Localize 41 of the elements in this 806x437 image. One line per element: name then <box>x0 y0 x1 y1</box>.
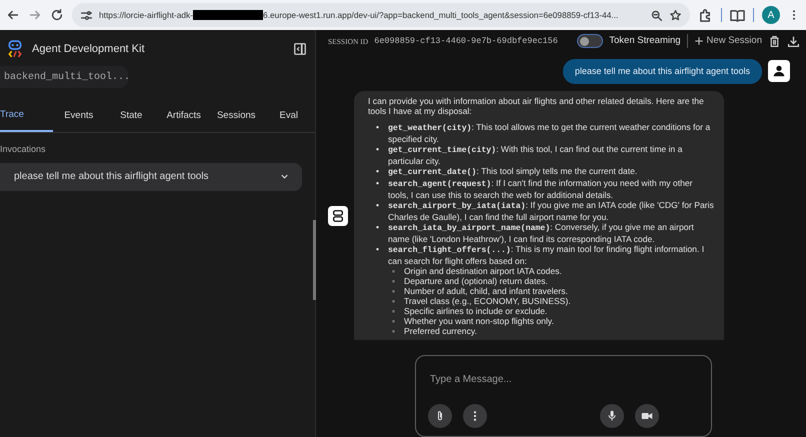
toggle-label: Token Streaming <box>609 34 681 48</box>
sidebar-toggle-icon[interactable] <box>293 42 307 56</box>
tab[interactable]: Eval <box>262 102 315 132</box>
new-session-button[interactable]: New Session <box>694 34 762 48</box>
tab[interactable]: Trace <box>0 102 52 132</box>
tab[interactable]: State <box>105 102 158 132</box>
address-bar[interactable]: https://lorcie-airflight-adk- 6.europe-west1.run.app/dev-ui/?app=backend_multi_tools_agent&session=6e098859-cf13-44... <box>72 3 690 27</box>
scrollbar[interactable] <box>313 220 316 300</box>
attach-button[interactable] <box>428 404 452 428</box>
microphone-icon <box>606 410 618 422</box>
zoom-icon[interactable] <box>650 8 663 22</box>
back-arrow-icon[interactable] <box>6 8 20 22</box>
puzzle-icon[interactable] <box>698 8 713 22</box>
message-input[interactable]: Type a Message... <box>428 371 699 388</box>
toggle-switch[interactable] <box>577 34 604 48</box>
reload-icon[interactable] <box>50 8 64 22</box>
app-title: Agent Development Kit <box>32 42 146 57</box>
video-camera-icon <box>641 410 653 422</box>
tab[interactable]: Events <box>52 102 105 132</box>
download-icon[interactable] <box>787 34 800 48</box>
person-icon <box>772 64 786 78</box>
video-button[interactable] <box>635 404 659 428</box>
url-text: https://lorcie-airflight-adk- 6.europe-west1.run.app/dev-ui/?app=backend_multi_tools_agent&session=6e098859-cf13-44... <box>99 8 618 22</box>
microphone-button[interactable] <box>600 404 624 428</box>
robot-logo-icon <box>6 40 24 58</box>
book-icon[interactable] <box>730 8 745 22</box>
session-id: 6e098859-cf13-4460-9e7b-69dbfe9ec156 <box>374 34 558 48</box>
site-settings-icon[interactable] <box>80 8 93 22</box>
tab[interactable]: Sessions <box>210 102 262 132</box>
plus-icon <box>694 36 704 46</box>
app-select[interactable]: backend_multi_tool... <box>0 66 128 88</box>
bot-message: I can provide you with information about air flights and other related details. Here are the tools I have at my disposal: • get_weather(city): This tool allows me to get the current weather conditions for a specified city. • get_current_time(city): With this tool, I can find out the current time in a particular city. • get_current_date(): This tool simply tells me the current date. • search_agent(request): If I can't find the information you need with my other tools, I can use this to search the web for additional details. • search_airport_by_iata(iata): If you give me an IATA code (like 'CDG' for Paris Charles de Gaulle), I can find the full airport name for you. • search_iata_by_airport_name(name): Conversely, if you give me an airport name (like 'London Heathrow'), I can find its corresponding IATA code. • search_flight_offers(...): This is my main tool for finding flight information. I can search for flight offers based on: ◦ Origin and destination airport IATA codes. ◦ Departure and (optional) return dates. ◦ Number of adult, child, and infant travelers. ◦ Travel class (e.g., ECONOMY, BUSINESS). ◦ Specific airlines to include or exclude. ◦ Whether you want non-stop flights only. ◦ Preferred currency. <box>354 91 724 340</box>
invocation-item[interactable]: please tell me about this airflight agent tools <box>0 162 302 191</box>
section-label: Invocations <box>0 143 47 156</box>
user-message: please tell me about this airflight agent tools <box>562 58 762 84</box>
profile-avatar[interactable]: A <box>762 6 780 24</box>
star-icon[interactable] <box>669 8 682 22</box>
more-options-button[interactable] <box>463 404 487 428</box>
trash-icon[interactable] <box>768 34 781 48</box>
tab[interactable]: Artifacts <box>158 102 210 132</box>
forward-arrow-icon[interactable] <box>28 8 42 22</box>
